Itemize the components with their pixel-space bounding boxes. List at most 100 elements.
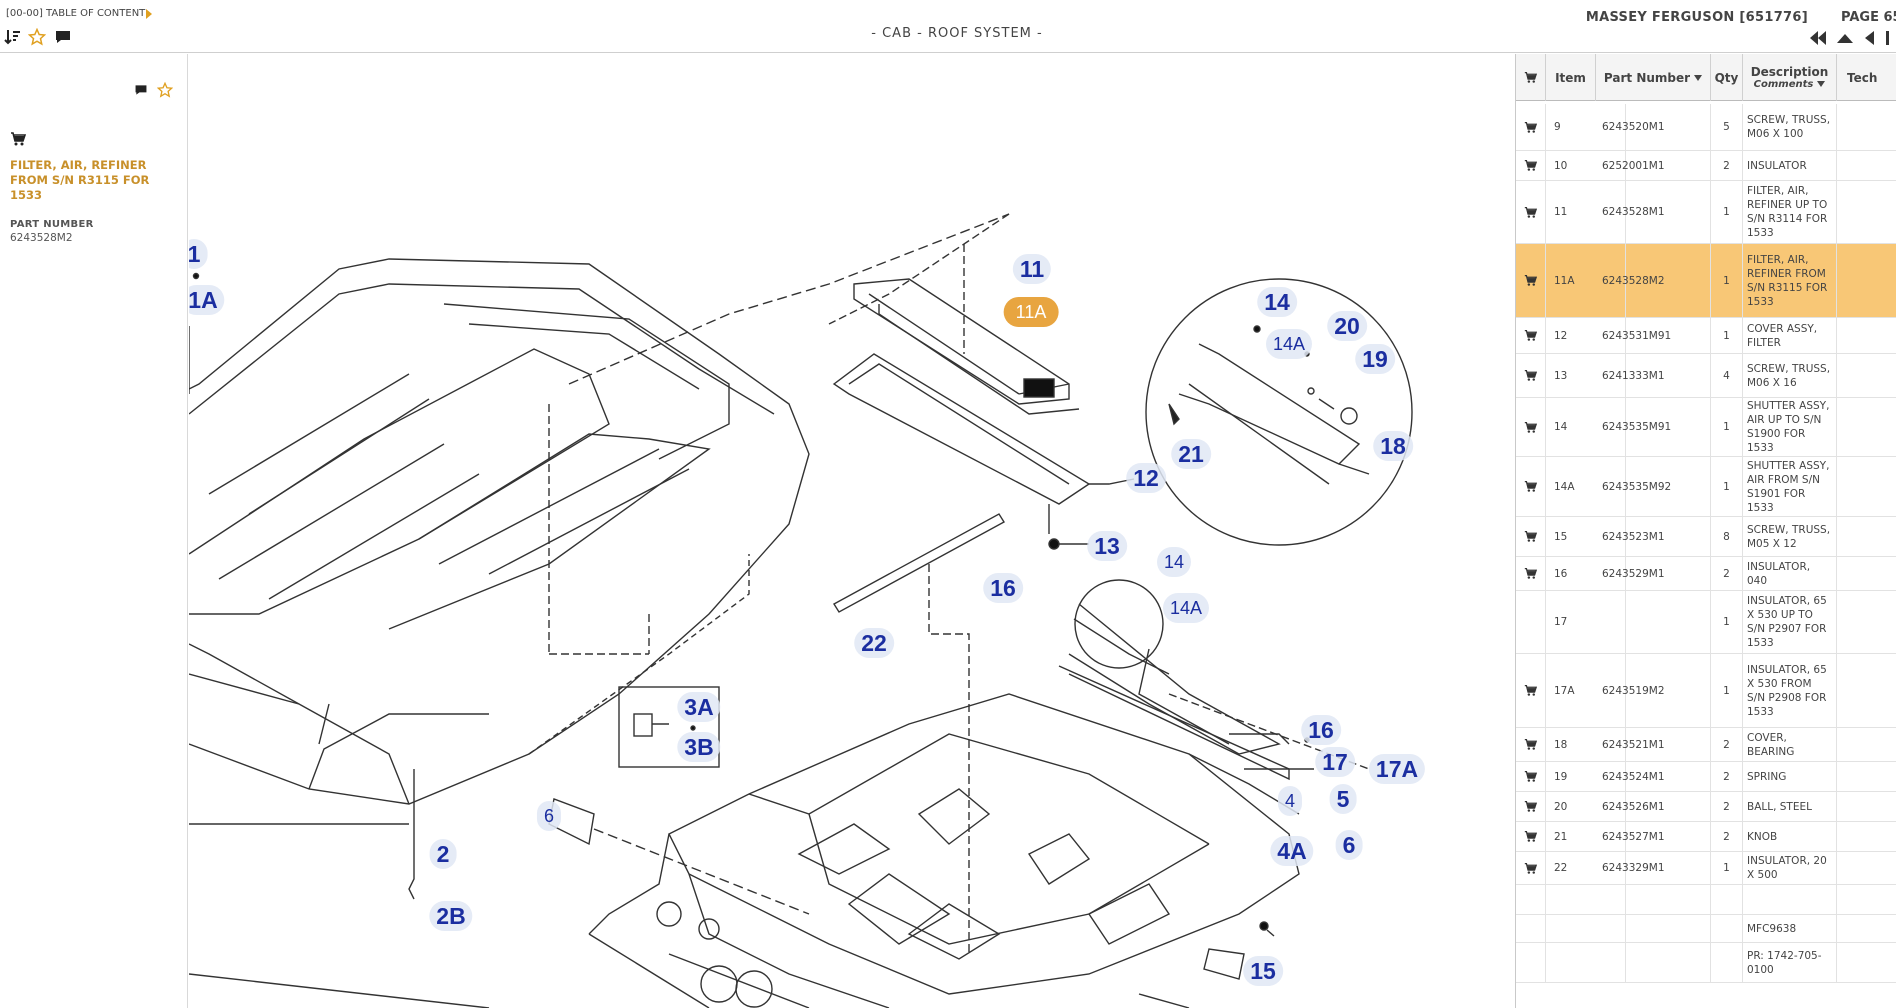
- table-row[interactable]: 12 6243531M91 1 COVER ASSY, FILTER: [1516, 318, 1896, 354]
- callout-14[interactable]: 14: [1257, 287, 1297, 317]
- toc-arrow-icon[interactable]: [146, 9, 152, 19]
- header-tech[interactable]: Tech: [1837, 54, 1896, 101]
- cart-icon[interactable]: [1524, 421, 1537, 434]
- callout-21[interactable]: 21: [1171, 439, 1211, 469]
- filter-icon[interactable]: [1694, 74, 1703, 81]
- callout-14a[interactable]: 14A: [1265, 329, 1313, 359]
- first-page-icon[interactable]: [1808, 30, 1828, 46]
- header-part-number[interactable]: Part Number: [1596, 54, 1711, 101]
- callout-14-lower[interactable]: 14: [1156, 547, 1192, 577]
- callout-19[interactable]: 19: [1355, 344, 1395, 374]
- cart-icon[interactable]: [1524, 480, 1537, 493]
- row-cart-cell[interactable]: [1516, 517, 1546, 556]
- cart-icon[interactable]: [1524, 738, 1537, 751]
- table-row[interactable]: 18 6243521M1 2 COVER, BEARING: [1516, 728, 1896, 762]
- cart-icon[interactable]: [1524, 369, 1537, 382]
- row-cart-cell[interactable]: [1516, 354, 1546, 397]
- cart-icon[interactable]: [1524, 567, 1537, 580]
- cart-icon[interactable]: [1524, 830, 1537, 843]
- star-icon[interactable]: [157, 82, 173, 98]
- table-row[interactable]: PR: 1742-705-0100: [1516, 943, 1896, 983]
- callout-2b[interactable]: 2B: [429, 901, 473, 931]
- table-row[interactable]: 10 6252001M1 2 INSULATOR: [1516, 151, 1896, 181]
- row-cart-cell[interactable]: [1516, 943, 1546, 982]
- table-row[interactable]: 20 6243526M1 2 BALL, STEEL: [1516, 792, 1896, 822]
- table-row[interactable]: 13 6241333M1 4 SCREW, TRUSS, M06 X 16: [1516, 354, 1896, 398]
- table-row[interactable]: 19 6243524M1 2 SPRING: [1516, 762, 1896, 792]
- row-cart-cell[interactable]: [1516, 762, 1546, 791]
- row-cart-cell[interactable]: [1516, 728, 1546, 761]
- callout-11a-highlighted[interactable]: 11A: [1003, 297, 1059, 327]
- callout-16[interactable]: 16: [983, 573, 1023, 603]
- cart-icon[interactable]: [1524, 121, 1537, 134]
- row-cart-cell[interactable]: [1516, 654, 1546, 727]
- table-row[interactable]: 11A 6243528M2 1 FILTER, AIR, REFINER FROM S…: [1516, 244, 1896, 318]
- callout-3a[interactable]: 3A: [677, 692, 721, 722]
- callout-5[interactable]: 5: [1329, 784, 1357, 814]
- row-cart-cell[interactable]: [1516, 244, 1546, 317]
- table-row[interactable]: 14A 6243535M92 1 SHUTTER ASSY, AIR FROM S/N…: [1516, 457, 1896, 517]
- table-row[interactable]: 11 6243528M1 1 FILTER, AIR, REFINER UP TO S…: [1516, 181, 1896, 244]
- table-row[interactable]: 17A 6243519M2 1 INSULATOR, 65 X 530 FROM S/…: [1516, 654, 1896, 728]
- row-cart-cell[interactable]: [1516, 104, 1546, 150]
- header-cart-column[interactable]: [1516, 54, 1546, 101]
- header-item[interactable]: Item: [1546, 54, 1596, 101]
- cart-icon[interactable]: [1524, 530, 1537, 543]
- callout-14a-lower[interactable]: 14A: [1162, 593, 1210, 623]
- callout-3b[interactable]: 3B: [677, 732, 721, 762]
- callout-17[interactable]: 17: [1315, 747, 1355, 777]
- row-cart-cell[interactable]: [1516, 591, 1546, 653]
- callout-18[interactable]: 18: [1373, 431, 1413, 461]
- filter-icon[interactable]: [1817, 81, 1826, 87]
- cart-icon[interactable]: [1524, 71, 1537, 84]
- table-row[interactable]: 17 1 INSULATOR, 65 X 530 UP TO S/N P2907 F…: [1516, 591, 1896, 654]
- table-row[interactable]: 14 6243535M91 1 SHUTTER ASSY, AIR UP TO S/N…: [1516, 398, 1896, 457]
- callout-12[interactable]: 12: [1126, 463, 1166, 493]
- callout-6-right[interactable]: 6: [1335, 830, 1363, 860]
- callout-13[interactable]: 13: [1087, 531, 1127, 561]
- callout-1a[interactable]: 1A: [189, 285, 225, 315]
- cart-icon[interactable]: [1524, 684, 1537, 697]
- callout-4a[interactable]: 4A: [1270, 836, 1314, 866]
- cart-icon[interactable]: [1524, 159, 1537, 172]
- callout-15[interactable]: 15: [1243, 956, 1283, 986]
- callout-4[interactable]: 4: [1277, 786, 1303, 816]
- row-cart-cell[interactable]: [1516, 181, 1546, 243]
- cart-icon[interactable]: [1524, 329, 1537, 342]
- row-cart-cell[interactable]: [1516, 885, 1546, 914]
- table-row[interactable]: 22 6243329M1 1 INSULATOR, 20 X 500: [1516, 852, 1896, 885]
- cart-icon[interactable]: [1524, 862, 1537, 875]
- table-row[interactable]: 16 6243529M1 2 INSULATOR, 040: [1516, 557, 1896, 591]
- table-row[interactable]: 9 6243520M1 5 SCREW, TRUSS, M06 X 100: [1516, 104, 1896, 151]
- page-up-icon[interactable]: [1835, 30, 1855, 46]
- row-cart-cell[interactable]: [1516, 915, 1546, 942]
- header-qty[interactable]: Qty: [1711, 54, 1743, 101]
- row-cart-cell[interactable]: [1516, 792, 1546, 821]
- row-cart-cell[interactable]: [1516, 852, 1546, 884]
- row-cart-cell[interactable]: [1516, 457, 1546, 516]
- table-row[interactable]: 15 6243523M1 8 SCREW, TRUSS, M05 X 12: [1516, 517, 1896, 557]
- cart-icon[interactable]: [1524, 770, 1537, 783]
- callout-11[interactable]: 11: [1012, 254, 1052, 284]
- cart-icon[interactable]: [1524, 206, 1537, 219]
- cart-icon[interactable]: [10, 131, 26, 147]
- callout-17a[interactable]: 17A: [1368, 754, 1426, 784]
- callout-2[interactable]: 2: [429, 839, 457, 869]
- next-page-icon[interactable]: [1884, 30, 1896, 46]
- row-cart-cell[interactable]: [1516, 151, 1546, 180]
- toc-link[interactable]: [00-00] TABLE OF CONTENT: [6, 8, 145, 19]
- cart-icon[interactable]: [1524, 274, 1537, 287]
- parts-diagram[interactable]: 1 1A 11 11A 14 14A 20 19 21 18 12 13 14 …: [189, 54, 1515, 1008]
- callout-16-right[interactable]: 16: [1301, 715, 1341, 745]
- callout-20[interactable]: 20: [1327, 311, 1367, 341]
- cart-icon[interactable]: [1524, 800, 1537, 813]
- row-cart-cell[interactable]: [1516, 398, 1546, 456]
- header-description[interactable]: Description Comments: [1743, 54, 1837, 101]
- callout-6[interactable]: 6: [536, 801, 562, 831]
- table-row[interactable]: 21 6243527M1 2 KNOB: [1516, 822, 1896, 852]
- previous-page-icon[interactable]: [1860, 30, 1880, 46]
- row-cart-cell[interactable]: [1516, 318, 1546, 353]
- table-row[interactable]: MFC9638: [1516, 915, 1896, 943]
- comment-icon[interactable]: [134, 83, 148, 97]
- row-cart-cell[interactable]: [1516, 822, 1546, 851]
